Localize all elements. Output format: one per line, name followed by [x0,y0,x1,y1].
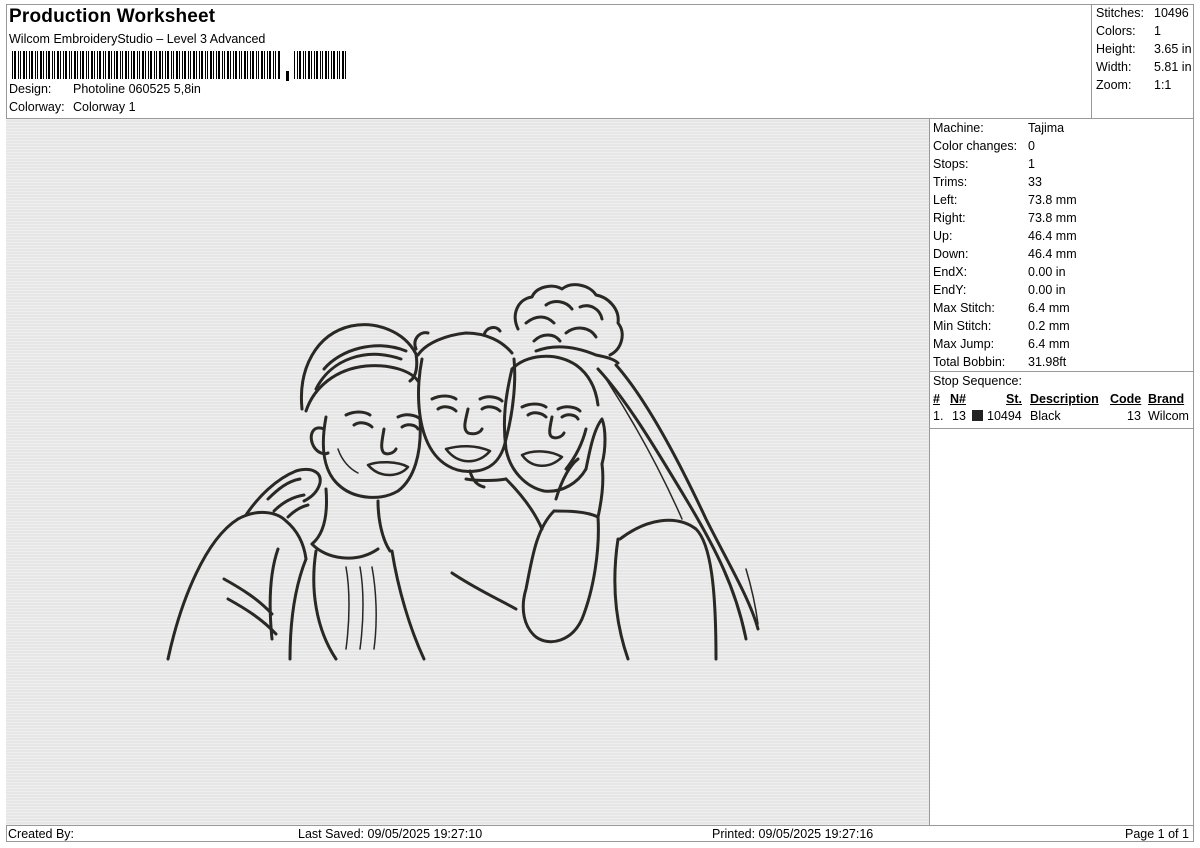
col-header-brand: Brand [1148,392,1185,406]
detail-label: Down: [933,247,969,261]
worksheet-header: Production Worksheet Wilcom EmbroiderySt… [6,4,1092,119]
last-saved: Last Saved: 09/05/2025 19:27:10 [298,827,483,841]
detail-value: Tajima [1028,121,1065,135]
detail-label: Trims: [933,175,968,189]
col-header-num: # [933,392,940,406]
detail-row: Color changes: 0 [933,139,1035,153]
printed-date: Printed: 09/05/2025 19:27:16 [712,827,874,841]
colorway-row: Colorway: Colorway 1 [9,100,136,114]
detail-value: 33 [1028,175,1042,189]
design-row: Design: Photoline 060525 5,8in [9,82,201,96]
stop-sequence-label: Stop Sequence: [933,374,1022,388]
detail-row: Max Jump: 6.4 mm [933,337,1070,351]
color-swatch [972,410,983,421]
stop-row-num: 1. [933,409,944,423]
detail-row: Total Bobbin: 31.98ft [933,355,1066,369]
summary-panel: Stitches: 10496 Colors: 1 Height: 3.65 in W… [1091,4,1195,119]
stop-row-code: 13 [1127,409,1141,423]
detail-value: 73.8 mm [1028,211,1077,225]
detail-value: 6.4 mm [1028,337,1070,351]
detail-label: Max Jump: [933,337,995,351]
design-preview [6,118,930,825]
summary-label: Zoom: [1096,78,1132,92]
col-header-code: Code [1110,392,1142,406]
stop-row-description: Black [1030,409,1061,423]
detail-label: Up: [933,229,953,243]
detail-label: EndY: [933,283,967,297]
col-header-st: St. [1006,392,1022,406]
detail-label: Min Stitch: [933,319,992,333]
summary-label: Width: [1096,60,1132,74]
software-name: Wilcom EmbroideryStudio – Level 3 Advanc… [9,32,266,46]
detail-row: Machine: Tajima [933,121,1064,135]
detail-row: EndX: 0.00 in [933,265,1066,279]
stop-sequence: Stop Sequence: # N# St. Description Code… [930,371,1194,429]
detail-row: Up: 46.4 mm [933,229,1077,243]
summary-value: 10496 [1154,6,1189,20]
stop-row-st: 10494 [987,409,1022,423]
page-title: Production Worksheet [9,6,216,27]
summary-colors: Colors: 1 [1096,24,1196,38]
summary-height: Height: 3.65 in [1096,42,1196,56]
detail-row: Left: 73.8 mm [933,193,1077,207]
detail-value: 46.4 mm [1028,247,1077,261]
detail-row: Right: 73.8 mm [933,211,1077,225]
colorway-value: Colorway 1 [73,100,136,114]
detail-value: 31.98ft [1028,355,1067,369]
embroidery-line-art [166,283,760,661]
detail-row: Stops: 1 [933,157,1035,171]
barcode [12,51,346,81]
detail-label: Color changes: [933,139,1018,153]
detail-row: Trims: 33 [933,175,1042,189]
summary-zoom: Zoom: 1:1 [1096,78,1196,92]
detail-label: Max Stitch: [933,301,995,315]
summary-label: Colors: [1096,24,1136,38]
detail-label: EndX: [933,265,968,279]
detail-label: Right: [933,211,966,225]
page-number: Page 1 of 1 [1125,827,1189,841]
detail-value: 0.00 in [1028,283,1066,297]
summary-width: Width: 5.81 in [1096,60,1196,74]
summary-label: Stitches: [1096,6,1144,20]
created-by: Created By: [8,827,75,841]
detail-row: Min Stitch: 0.2 mm [933,319,1070,333]
stop-row-n: 13 [952,409,966,423]
detail-label: Left: [933,193,958,207]
detail-value: 1 [1028,157,1035,171]
detail-label: Machine: [933,121,984,135]
detail-row: Down: 46.4 mm [933,247,1077,261]
detail-value: 6.4 mm [1028,301,1070,315]
detail-value: 0.00 in [1028,265,1066,279]
detail-label: Stops: [933,157,969,171]
design-label: Design: [9,82,52,96]
summary-stitches: Stitches: 10496 [1096,6,1196,20]
worksheet-footer: Created By: Last Saved: 09/05/2025 19:27… [6,825,1194,842]
machine-info-panel: Machine: Tajima Color changes: 0 Stops: 1 T… [930,118,1194,826]
detail-value: 73.8 mm [1028,193,1077,207]
detail-row: EndY: 0.00 in [933,283,1066,297]
detail-value: 0.2 mm [1028,319,1070,333]
col-header-description: Description [1030,392,1099,406]
stop-row-brand: Wilcom [1148,409,1189,423]
colorway-label: Colorway: [9,100,65,114]
detail-value: 0 [1028,139,1035,153]
design-value: Photoline 060525 5,8in [73,82,201,96]
detail-value: 46.4 mm [1028,229,1077,243]
summary-value: 3.65 in [1154,42,1192,56]
detail-row: Max Stitch: 6.4 mm [933,301,1070,315]
summary-value: 5.81 in [1154,60,1192,74]
detail-label: Total Bobbin: [933,355,1006,369]
summary-label: Height: [1096,42,1136,56]
col-header-n: N# [950,392,966,406]
summary-value: 1:1 [1154,78,1172,92]
summary-value: 1 [1154,24,1161,38]
